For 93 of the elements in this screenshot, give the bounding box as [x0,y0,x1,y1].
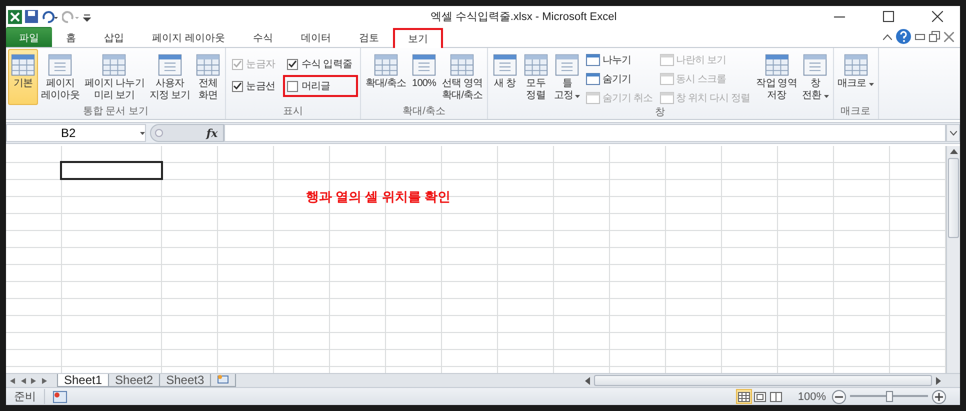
window-icon [660,73,674,85]
ribbon-button[interactable]: 전체 화면 [193,49,224,105]
grid-view-icon [738,392,750,402]
window-icon [586,54,600,66]
minimize-icon[interactable] [915,34,925,40]
zoom-out-button[interactable] [832,390,846,404]
sheet-icon [101,52,128,78]
ribbon-button[interactable]: 기본 [8,49,38,105]
ribbon-button[interactable]: 나누기 [583,51,656,69]
ribbon-button[interactable]: 사용자 지정 보기 [147,49,192,105]
sheet-icon [195,52,222,78]
macro-record-icon[interactable] [53,390,67,402]
save-button[interactable] [25,8,38,24]
check-icon [288,60,298,68]
right-arrow-icon[interactable] [936,376,942,384]
group-title: 통합 문서 보기 [82,106,150,119]
sheet-icon [47,52,74,78]
maximize-icon [882,11,894,22]
sheet-icon [411,52,438,78]
check-icon [233,60,242,68]
status-text: 준비 [6,389,45,404]
check-icon [233,82,242,90]
group-title: 매크로 [840,106,872,119]
insert-function-button[interactable]: fx [203,126,221,140]
insert-sheet-button[interactable] [210,374,236,387]
undo-icon [41,10,59,22]
sheet-icon [492,52,518,78]
ribbon-button[interactable]: 틀 고정 [552,49,582,105]
ribbon-button[interactable]: 100% [409,49,440,105]
zoom-in-button[interactable] [932,390,946,404]
ribbon-button[interactable]: 매크로 [836,49,876,105]
window-icon [660,54,674,66]
sheet-icon [156,52,183,78]
ribbon-tab[interactable]: 보기 [392,28,443,48]
window-icon [586,73,600,85]
horizontal-scrollbar[interactable] [594,375,932,386]
view-button[interactable] [752,389,768,404]
slider-thumb[interactable] [886,391,893,402]
window-title: 엑셀 수식입력줄.xlsx - Microsoft Excel [429,10,618,24]
plus-icon [935,392,943,400]
zoom-level[interactable]: 100% [798,390,826,402]
page-break-view-icon [770,392,782,402]
close-icon [932,11,942,22]
window-icon [660,92,674,104]
name-box[interactable]: B2 [6,124,146,142]
restore-icon[interactable] [929,31,940,42]
sheet-icon [764,52,790,78]
checkbox[interactable]: 머리글 [283,75,358,97]
ribbon-button[interactable]: 숨기기 [583,70,656,88]
selected-cell[interactable] [60,161,163,180]
sheet-icon [802,52,828,78]
caret-icon [140,132,145,134]
ribbon-button[interactable]: 페이지 나누기 미리 보기 [82,49,146,105]
checkbox[interactable]: 눈금선 [228,75,282,97]
chevron-down-icon [950,130,956,136]
sheet-icon [554,52,580,78]
ribbon-button[interactable]: 창 전환 [800,49,831,105]
ribbon-button[interactable]: 새 창 [490,49,520,105]
expand-button[interactable] [946,124,960,142]
formula-field[interactable] [224,124,946,142]
sheet-icon [10,52,36,78]
left-arrow-icon[interactable] [584,376,590,384]
ribbon-button[interactable]: 페이지 레이아웃 [39,49,82,105]
sheet-tab[interactable]: Sheet2 [108,374,160,387]
view-button[interactable] [736,389,752,404]
sheet-icon [522,52,549,78]
group-title: 창 [654,107,666,119]
window-icon [586,92,600,104]
undo-button[interactable] [41,8,59,24]
page-view-icon [754,392,766,402]
sheet-tab[interactable]: Sheet1 [57,374,110,387]
vertical-scrollbar[interactable] [946,146,960,373]
view-button[interactable] [768,389,784,404]
scroll-thumb[interactable] [948,158,959,238]
collapse-ribbon-icon[interactable] [883,34,892,40]
group-title: 표시 [282,106,304,119]
ribbon-button[interactable]: 확대/축소 [363,49,408,105]
close-icon[interactable] [944,32,954,42]
sheet-icon [449,52,476,78]
ribbon-button[interactable]: 모두 정렬 [520,49,551,105]
file-tab[interactable]: 파일 [6,27,52,47]
minus-icon [835,396,843,398]
ribbon-button[interactable]: 작업 영역 저장 [754,49,799,105]
annotation-text: 행과 열의 셀 위치를 확인 [306,188,450,206]
ribbon-button[interactable]: 선택 영역 확대/축소 [440,49,485,105]
sheet-tab[interactable]: Sheet3 [159,374,212,387]
redo-icon [62,10,80,22]
checkbox[interactable]: 수식 입력줄 [283,53,358,75]
sheet-icon [842,52,869,78]
group-title: 확대/축소 [402,106,446,119]
caret-icon [83,12,91,22]
help-icon[interactable] [896,29,911,44]
sheet-grid[interactable]: 행과 열의 셀 위치를 확인 [6,146,946,373]
